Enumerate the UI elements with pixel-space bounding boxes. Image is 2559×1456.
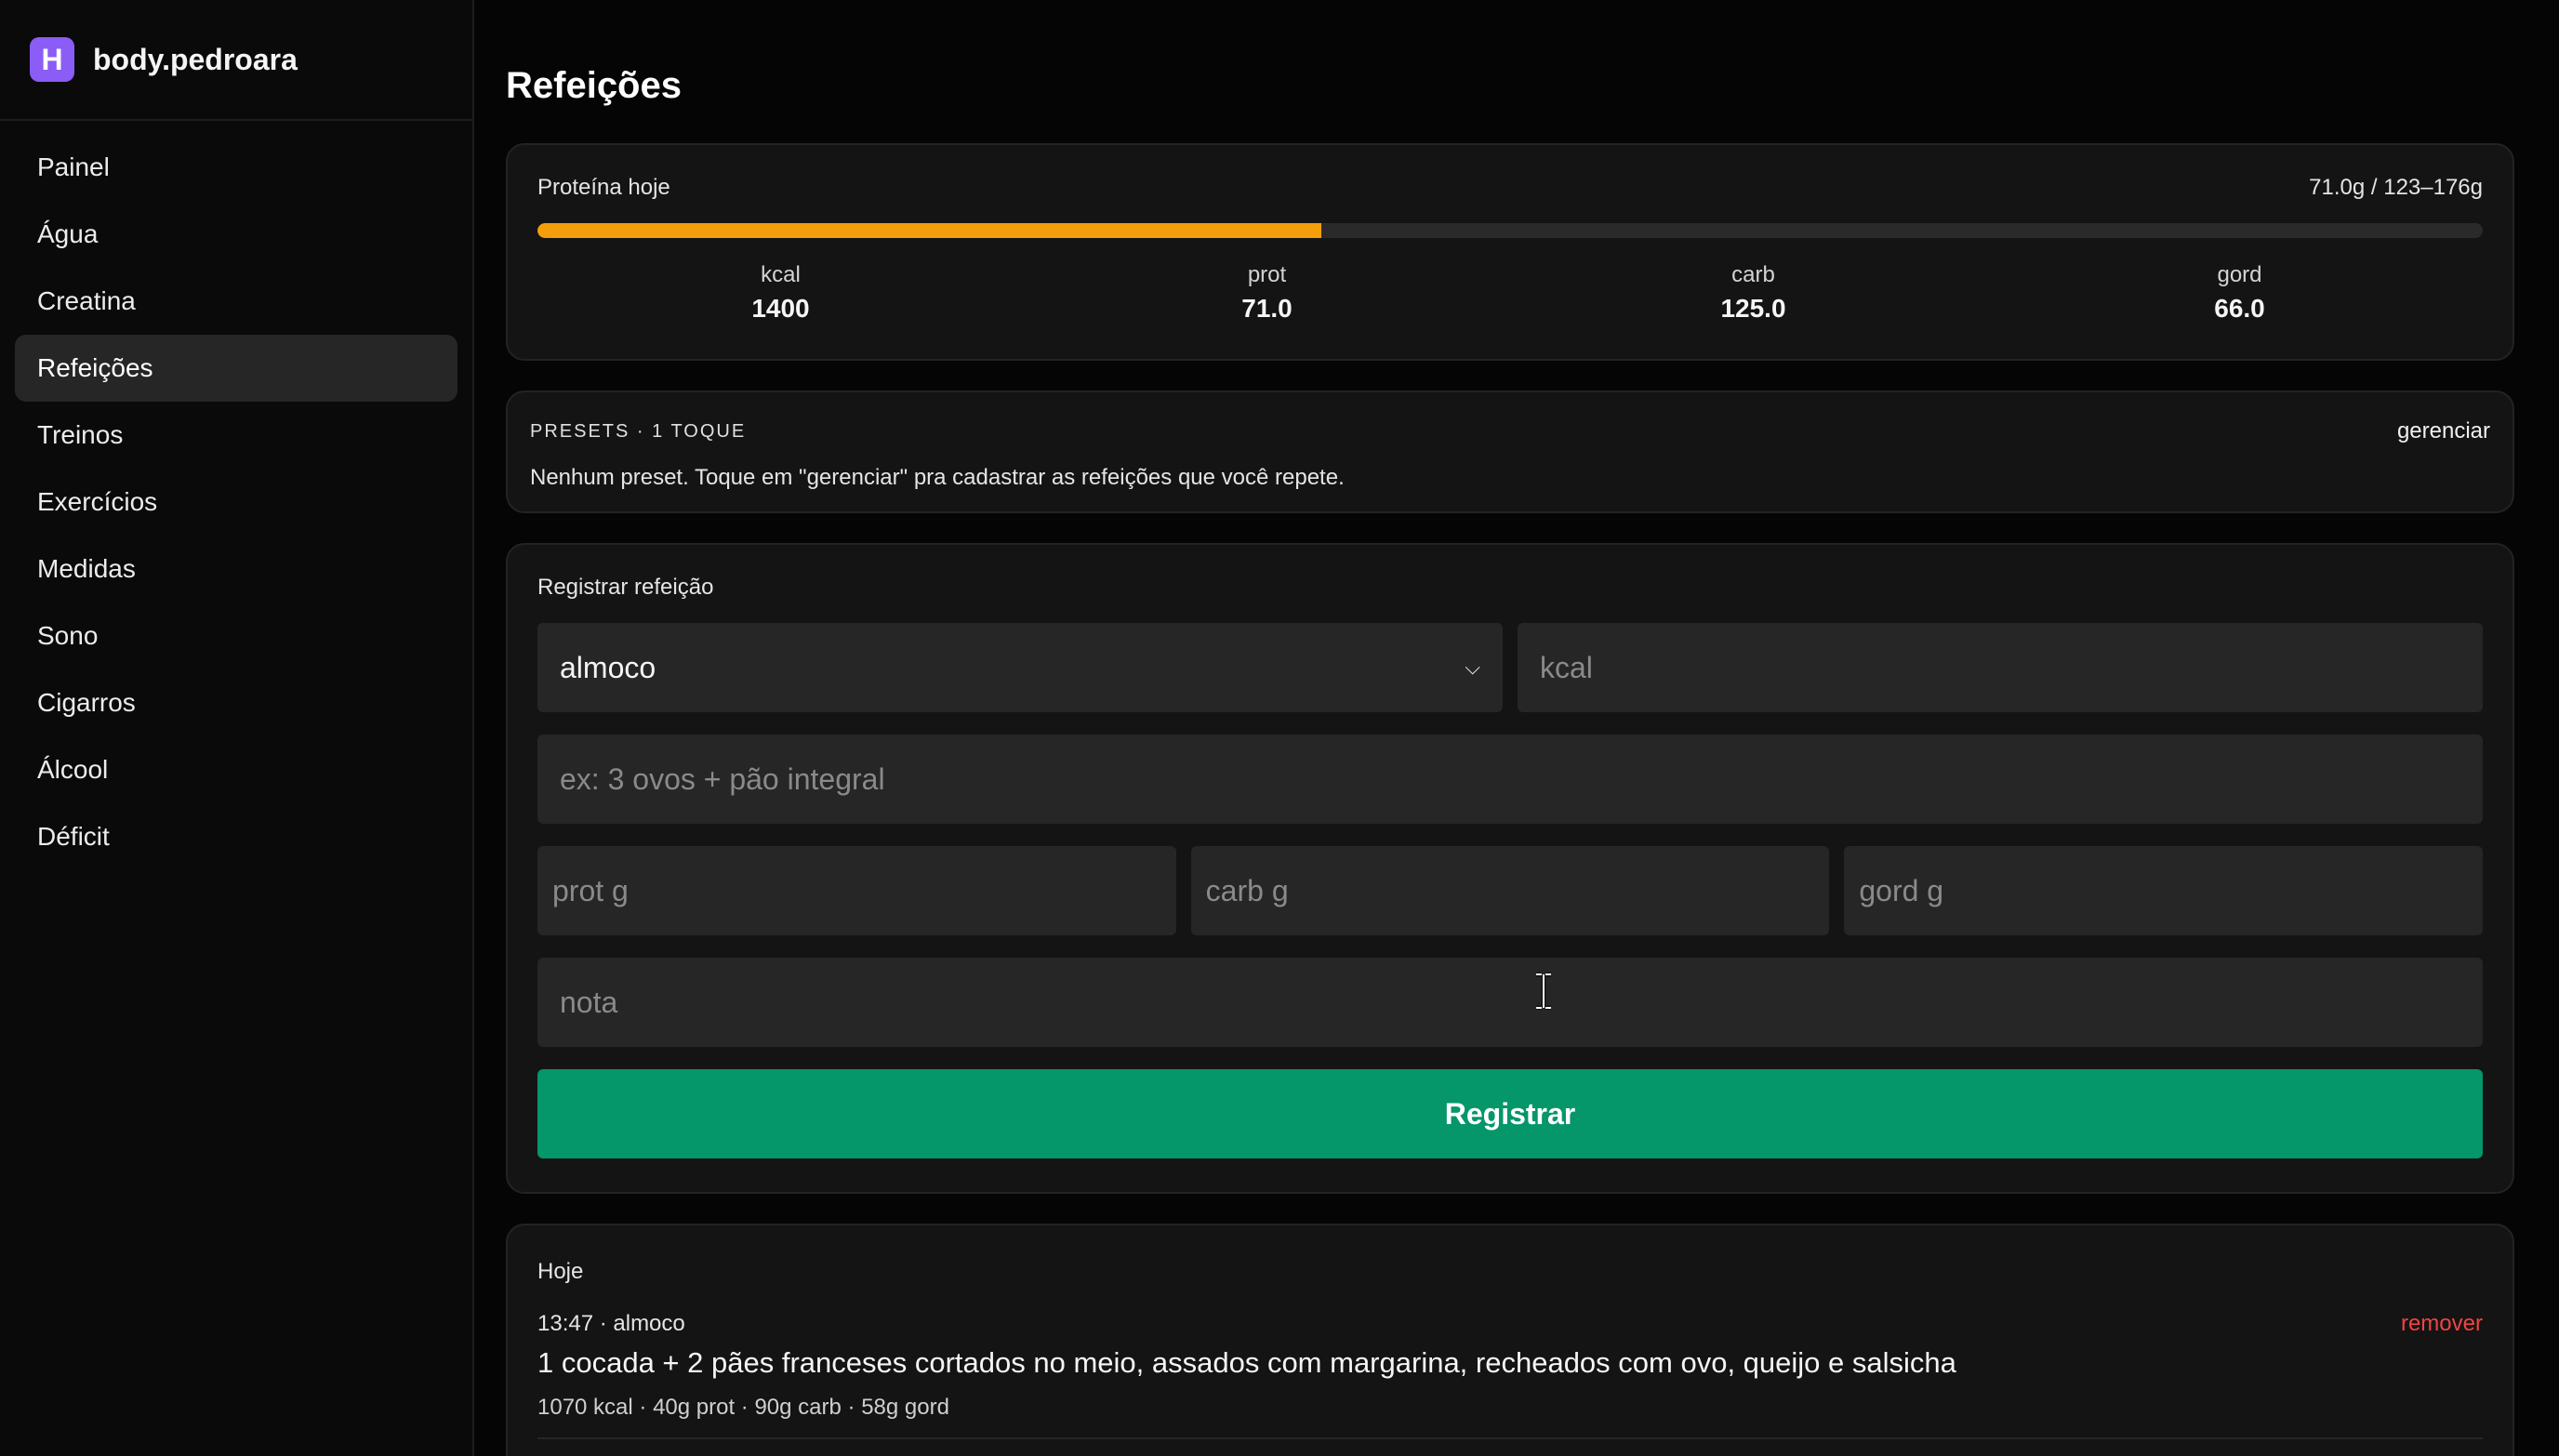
remove-entry-button[interactable]: remover <box>2401 1311 2483 1337</box>
presets-title: PRESETS · 1 TOQUE <box>530 420 747 442</box>
today-title: Hoje <box>537 1259 584 1284</box>
brand-logo-icon: H <box>30 37 74 82</box>
sidebar-item-treinos[interactable]: Treinos <box>15 402 457 469</box>
main-content: Refeições Proteína hoje 71.0g / 123–176g… <box>474 0 2559 1456</box>
chevron-down-icon: ⌵ <box>1465 655 1480 679</box>
sidebar-item-creatina[interactable]: Creatina <box>15 268 457 335</box>
entry-meta: 13:47 · almoco <box>537 1311 685 1336</box>
prot-input[interactable]: prot g <box>537 846 1176 935</box>
brand-name: body.pedroara <box>93 42 298 76</box>
app-root: H body.pedroara Painel Água Creatina Ref… <box>0 0 2559 1456</box>
macro-carb: carb 125.0 <box>1510 262 1996 324</box>
sidebar-item-painel[interactable]: Painel <box>15 134 457 201</box>
sidebar: H body.pedroara Painel Água Creatina Ref… <box>0 0 474 1456</box>
sidebar-item-sono[interactable]: Sono <box>15 602 457 669</box>
description-input[interactable]: ex: 3 ovos + pão integral <box>537 735 2483 824</box>
register-button[interactable]: Registrar <box>537 1069 2483 1158</box>
meal-type-value: almoco <box>560 650 656 684</box>
presets-empty-text: Nenhum preset. Toque em "gerenciar" pra … <box>530 465 1345 490</box>
brand[interactable]: H body.pedroara <box>0 0 472 121</box>
meal-type-select[interactable]: almoco ⌵ <box>537 623 1503 712</box>
page-title: Refeições <box>506 65 682 106</box>
form-title: Registrar refeição <box>537 575 714 600</box>
entry-description: 1 cocada + 2 pães franceses cortados no … <box>537 1346 1956 1379</box>
protein-card: Proteína hoje 71.0g / 123–176g kcal 1400… <box>506 143 2514 361</box>
macro-kcal: kcal 1400 <box>537 262 1024 324</box>
macro-prot: prot 71.0 <box>1024 262 1510 324</box>
protein-progress-bar <box>537 223 2483 238</box>
macro-label: kcal <box>761 262 801 287</box>
protein-progress-fill <box>537 223 1322 238</box>
entry-macros: 1070 kcal · 40g prot · 90g carb · 58g go… <box>537 1395 949 1420</box>
macro-value: 71.0 <box>1241 294 1293 323</box>
macro-value: 66.0 <box>2214 294 2265 323</box>
register-meal-form: Registrar refeição almoco ⌵ kcal ex: 3 o… <box>506 543 2514 1194</box>
sidebar-item-refeicoes[interactable]: Refeições <box>15 335 457 402</box>
today-card: Hoje 13:47 · almoco remover 1 cocada + 2… <box>506 1224 2514 1456</box>
sidebar-item-alcool[interactable]: Álcool <box>15 736 457 803</box>
carb-input[interactable]: carb g <box>1190 846 1830 935</box>
macro-gord: gord 66.0 <box>1996 262 2483 324</box>
sidebar-item-medidas[interactable]: Medidas <box>15 536 457 602</box>
note-input[interactable]: nota <box>537 958 2483 1047</box>
presets-card: PRESETS · 1 TOQUE gerenciar Nenhum prese… <box>506 390 2514 513</box>
macro-summary: kcal 1400 prot 71.0 carb 125.0 gord 66.0 <box>537 262 2483 324</box>
macro-label: carb <box>1731 262 1775 287</box>
kcal-input[interactable]: kcal <box>1518 623 2483 712</box>
sidebar-item-exercicios[interactable]: Exercícios <box>15 469 457 536</box>
sidebar-item-deficit[interactable]: Déficit <box>15 803 457 870</box>
list-item: 13:47 · almoco remover 1 cocada + 2 pães… <box>537 1311 2483 1439</box>
protein-summary: 71.0g / 123–176g <box>2309 175 2483 200</box>
presets-manage-link[interactable]: gerenciar <box>2397 418 2490 444</box>
macro-value: 125.0 <box>1720 294 1786 323</box>
text-cursor-icon <box>1536 973 1551 1010</box>
sidebar-item-agua[interactable]: Água <box>15 201 457 268</box>
gord-input[interactable]: gord g <box>1844 846 2484 935</box>
macro-value: 1400 <box>751 294 810 323</box>
macro-label: prot <box>1247 262 1287 287</box>
sidebar-nav: Painel Água Creatina Refeições Treinos E… <box>0 121 472 883</box>
macro-label: gord <box>2217 262 2262 287</box>
protein-label: Proteína hoje <box>537 175 670 200</box>
sidebar-item-cigarros[interactable]: Cigarros <box>15 669 457 736</box>
